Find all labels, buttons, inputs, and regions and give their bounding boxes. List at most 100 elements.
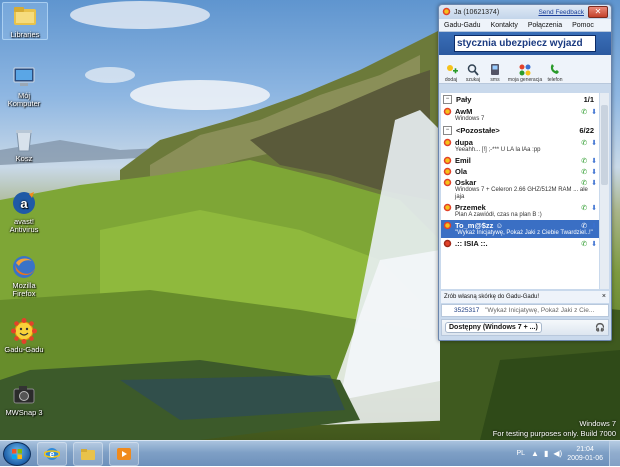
call-icon[interactable]: ✆ [581,109,587,116]
phone-button[interactable]: telefon [545,63,565,83]
toolbar: dodaj szukaj sms moja generacja telefon [439,55,611,84]
call-icon[interactable]: ✆ [581,140,587,147]
desktop-icon-gadu-gadu[interactable]: Gadu-Gadu [2,318,46,354]
desktop-icon-firefox[interactable]: Mozilla Firefox [2,254,46,298]
toolbar-label: dodaj [444,77,458,83]
contact-item[interactable]: dupa Yeeahh... [!] ;-*** U LA la lAa :pp… [441,137,599,155]
camera-icon [11,381,37,407]
status-selector-bar: Dostępny (Windows 7 + ...) 🎧 [441,319,609,336]
build-watermark: Windows 7 For testing purposes only. Bui… [493,419,616,439]
gadu-gadu-icon [11,318,37,344]
contact-list-scrollbar[interactable] [600,93,609,289]
sms-icon [488,63,502,76]
message-arrow-icon[interactable]: ⬇ [591,169,597,176]
desktop-icon-label: avast! Antivirus [9,217,39,234]
contact-list[interactable]: − Pały 1/1 AwM Windows 7 ✆ ⬇ − <Pozostałe… [441,93,599,289]
contact-item[interactable]: Przemek Plan A zawiódł, czas na plan B :… [441,202,599,220]
call-icon[interactable]: ✆ [581,223,587,230]
contact-description: Plan A zawiódł, czas na plan B :) [455,212,542,218]
send-feedback-link[interactable]: Send Feedback [538,9,584,16]
show-hidden-icons-icon[interactable]: ▲ [531,449,539,458]
close-button[interactable]: ✕ [588,6,608,18]
status-label: Dostępny (Windows 7 + ...) [449,324,538,331]
contact-item[interactable]: Ola ✆ ⬇ [441,166,599,177]
clock[interactable]: 21:04 2009-01-06 [567,445,603,463]
desktop-icon-mwsnap[interactable]: MWSnap 3 [2,381,46,417]
message-arrow-icon[interactable]: ⬇ [591,140,597,147]
collapse-icon[interactable]: − [443,126,452,135]
language-indicator[interactable]: PL [516,450,525,457]
desktop-icon-label: Mozilla Firefox [12,281,36,298]
collapse-icon[interactable]: − [443,95,452,104]
contact-name: .:: ISIA ::. [455,239,488,248]
add-contact-button[interactable]: dodaj [441,63,461,83]
message-arrow-icon[interactable]: ⬇ [591,180,597,187]
search-icon [466,63,480,76]
contact-group[interactable]: − <Pozostałe> 6/22 [441,124,599,137]
community-button[interactable]: moja generacja [507,63,543,83]
media-player-icon [117,447,131,460]
call-icon[interactable]: ✆ [581,205,587,212]
menu-kontakty[interactable]: Kontakty [486,22,523,29]
message-arrow-icon[interactable]: ⬇ [591,205,597,212]
show-desktop-button[interactable] [609,441,620,466]
desktop-icon-avast[interactable]: a avast! Antivirus [2,190,46,234]
network-icon[interactable]: ▮ [544,449,548,458]
call-icon[interactable]: ✆ [581,180,587,187]
contact-group[interactable]: − Pały 1/1 [441,93,599,106]
desktop-icon-computer[interactable]: Mój Komputer [2,64,46,108]
scrollbar-thumb[interactable] [601,105,608,185]
call-icon[interactable]: ✆ [581,241,587,248]
group-count: 6/22 [579,126,594,135]
desktop-icon-recycle-bin[interactable]: Kosz [2,127,46,163]
ad-banner[interactable]: Zrób własną skórkę do Gadu-Gadu! × [441,291,609,303]
contact-name: To_m@$zz ☺ [455,221,504,230]
headset-icon[interactable]: 🎧 [595,323,605,332]
taskbar-media-player[interactable] [109,441,139,466]
contact-item[interactable]: AwM Windows 7 ✆ ⬇ [441,106,599,124]
message-arrow-icon[interactable]: ⬇ [591,158,597,165]
svg-text:e: e [49,449,54,459]
gadu-sun-icon [442,7,451,18]
contact-name: Oskar [455,178,477,187]
toolbar-label: telefon [547,77,563,83]
menu-gadu-gadu[interactable]: Gadu-Gadu [439,22,486,29]
contact-item-selected[interactable]: To_m@$zz ☺ "Wykaż Inicjatywę, Pokaż Jaki… [441,220,599,238]
contact-description: Yeeahh... [!] ;-*** U LA la lAa :pp [455,147,541,153]
contact-item[interactable]: Emil ✆ ⬇ [441,155,599,166]
gadu-gadu-window: Ja (10621374) Send Feedback ✕ Gadu-Gadu … [438,4,612,341]
desktop-icon-label: Libraries [10,30,40,39]
window-titlebar[interactable]: Ja (10621374) Send Feedback ✕ [439,5,611,19]
message-arrow-icon[interactable]: ⬇ [591,109,597,116]
menu-polaczenia[interactable]: Połączenia [523,22,567,29]
taskbar-internet-explorer[interactable]: e [37,441,67,466]
search-button[interactable]: szukaj [463,63,483,83]
status-available-icon [443,138,452,147]
computer-icon [11,64,37,90]
gg-number: 3525317 [454,307,480,314]
status-selector[interactable]: Dostępny (Windows 7 + ...) [445,322,542,333]
contact-item[interactable]: .:: ISIA ::. ✆ ⬇ [441,238,599,249]
desktop-icon-libraries[interactable]: Libraries [2,2,48,40]
menu-pomoc[interactable]: Pomoc [567,22,599,29]
community-icon [518,63,532,76]
avast-icon: a [11,190,37,216]
internet-explorer-icon: e [44,447,60,460]
message-arrow-icon[interactable]: ⬇ [591,241,597,248]
message-arrow-icon[interactable]: ⬇ [591,223,597,230]
start-button[interactable] [3,441,31,466]
taskbar-explorer[interactable] [73,441,103,466]
group-name: <Pozostałe> [456,126,500,135]
close-ad-icon[interactable]: × [602,291,606,303]
recent-contact-bar[interactable]: 3525317 "Wykaż Inicjatywę, Pokaż Jaki z … [441,304,609,317]
status-busy-icon [443,239,452,248]
call-icon[interactable]: ✆ [581,169,587,176]
desktop-icon-label: Kosz [15,154,33,163]
contact-item[interactable]: Oskar Windows 7 + Celeron 2.66 GHZ/512M … [441,177,599,202]
toolbar-label: szukaj [465,77,481,83]
sms-button[interactable]: sms [485,63,505,83]
call-icon[interactable]: ✆ [581,158,587,165]
status-description-input[interactable]: stycznia ubezpiecz wyjazd [454,35,596,52]
status-available-icon [443,156,452,165]
volume-icon[interactable]: ◀) [553,449,562,458]
